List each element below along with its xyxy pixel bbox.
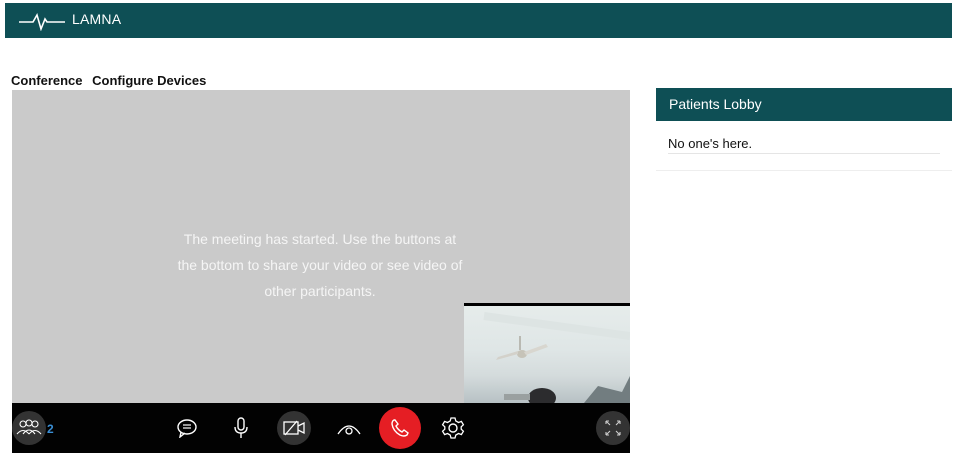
camera-off-icon: [283, 420, 305, 436]
self-video-preview: [464, 303, 630, 403]
conference-tabs: Conference Configure Devices: [11, 73, 212, 88]
settings-icon: [441, 417, 465, 439]
end-call-icon: [391, 419, 409, 437]
app-header: LAMNA: [5, 3, 952, 38]
meeting-status-message: The meeting has started. Use the buttons…: [177, 231, 463, 299]
lobby-title: Patients Lobby: [656, 88, 952, 121]
end-call-button[interactable]: [379, 407, 421, 449]
camera-toggle-button[interactable]: [277, 411, 311, 445]
tab-configure-devices[interactable]: Configure Devices: [92, 73, 206, 88]
share-screen-icon: [337, 425, 361, 435]
participants-icon: [16, 419, 42, 435]
ceiling-fan-image: [483, 312, 630, 403]
participants-count: 2: [47, 422, 54, 436]
microphone-button[interactable]: [224, 411, 258, 445]
tab-conference[interactable]: Conference: [11, 73, 83, 88]
heartbeat-logo-icon: [19, 12, 65, 31]
fullscreen-button[interactable]: [596, 411, 630, 445]
participants-button[interactable]: [12, 411, 46, 445]
video-stage: The meeting has started. Use the buttons…: [12, 90, 630, 403]
settings-button[interactable]: [436, 411, 470, 445]
microphone-icon: [234, 417, 248, 438]
call-control-bar: 2: [12, 403, 630, 453]
lobby-empty-message: No one's here.: [668, 136, 940, 154]
patients-lobby-panel: Patients Lobby No one's here.: [656, 88, 952, 171]
app-title: LAMNA: [72, 11, 122, 27]
chat-button[interactable]: [170, 411, 204, 445]
share-screen-button[interactable]: [332, 411, 366, 445]
camera-feed-image: [464, 306, 630, 403]
chat-icon: [177, 419, 197, 438]
fullscreen-icon: [605, 420, 621, 436]
